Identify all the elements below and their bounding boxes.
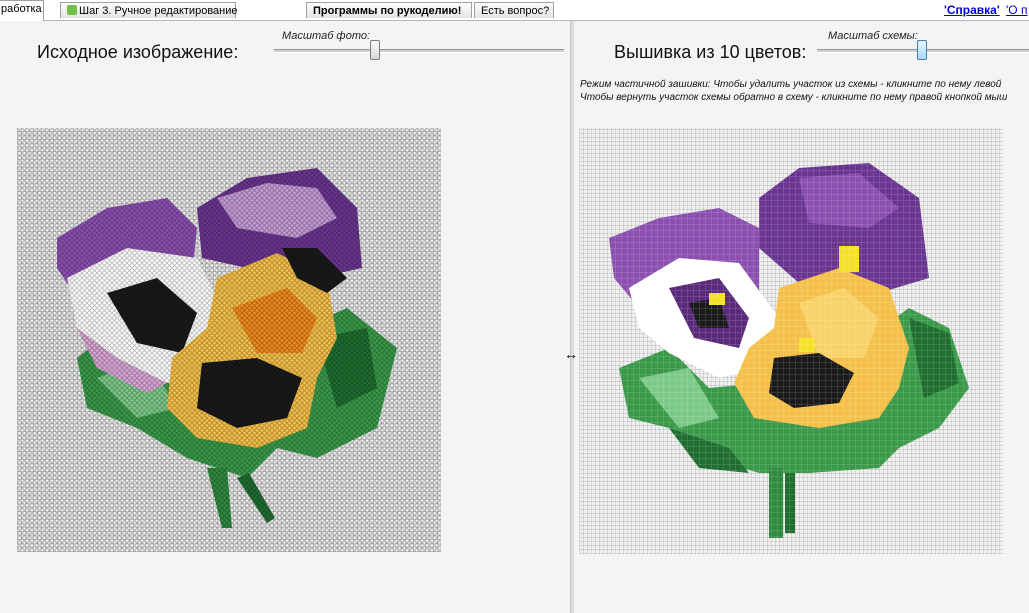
tab-manual-edit[interactable]: Шаг 3. Ручное редактирование xyxy=(60,2,238,18)
help-link[interactable]: 'Справка' xyxy=(944,3,1000,17)
partial-fill-hint-1: Режим частичной зашивки: Чтобы удалить у… xyxy=(580,79,1002,90)
tab-label: Есть вопрос? xyxy=(481,5,550,17)
about-link[interactable]: 'О п xyxy=(1006,3,1027,17)
source-embroidery xyxy=(17,128,441,552)
photo-scale-label: Масштаб фото: xyxy=(282,30,371,42)
tab-craft-programs[interactable]: Программы по рукоделию! xyxy=(306,2,472,18)
scheme-embroidery xyxy=(579,128,1003,554)
tab-label: Программы по рукоделию! xyxy=(313,5,462,17)
tab-question[interactable]: Есть вопрос? xyxy=(474,2,554,18)
resize-horizontal-icon: ↔ xyxy=(564,346,578,362)
photo-scale-thumb[interactable] xyxy=(370,40,380,60)
scheme-heading: Вышивка из 10 цветов: xyxy=(614,42,807,62)
edit-icon xyxy=(67,5,77,15)
scheme-image[interactable] xyxy=(579,128,1003,554)
tab-label: Шаг 3. Ручное редактирование xyxy=(79,5,238,17)
tab-label: работка xyxy=(1,3,42,15)
partial-fill-hint-2: Чтобы вернуть участок схемы обратно в сх… xyxy=(580,92,1008,103)
scheme-scale-label: Масштаб схемы: xyxy=(828,30,918,42)
panel-splitter[interactable] xyxy=(570,21,574,613)
tab-bar: работка Шаг 3. Ручное редактирование Про… xyxy=(0,0,1029,21)
source-image[interactable] xyxy=(17,128,441,552)
tab-processing[interactable]: работка xyxy=(0,0,44,21)
photo-scale-track[interactable] xyxy=(274,49,564,53)
scheme-scale-thumb[interactable] xyxy=(917,40,927,60)
source-heading: Исходное изображение: xyxy=(37,42,239,62)
